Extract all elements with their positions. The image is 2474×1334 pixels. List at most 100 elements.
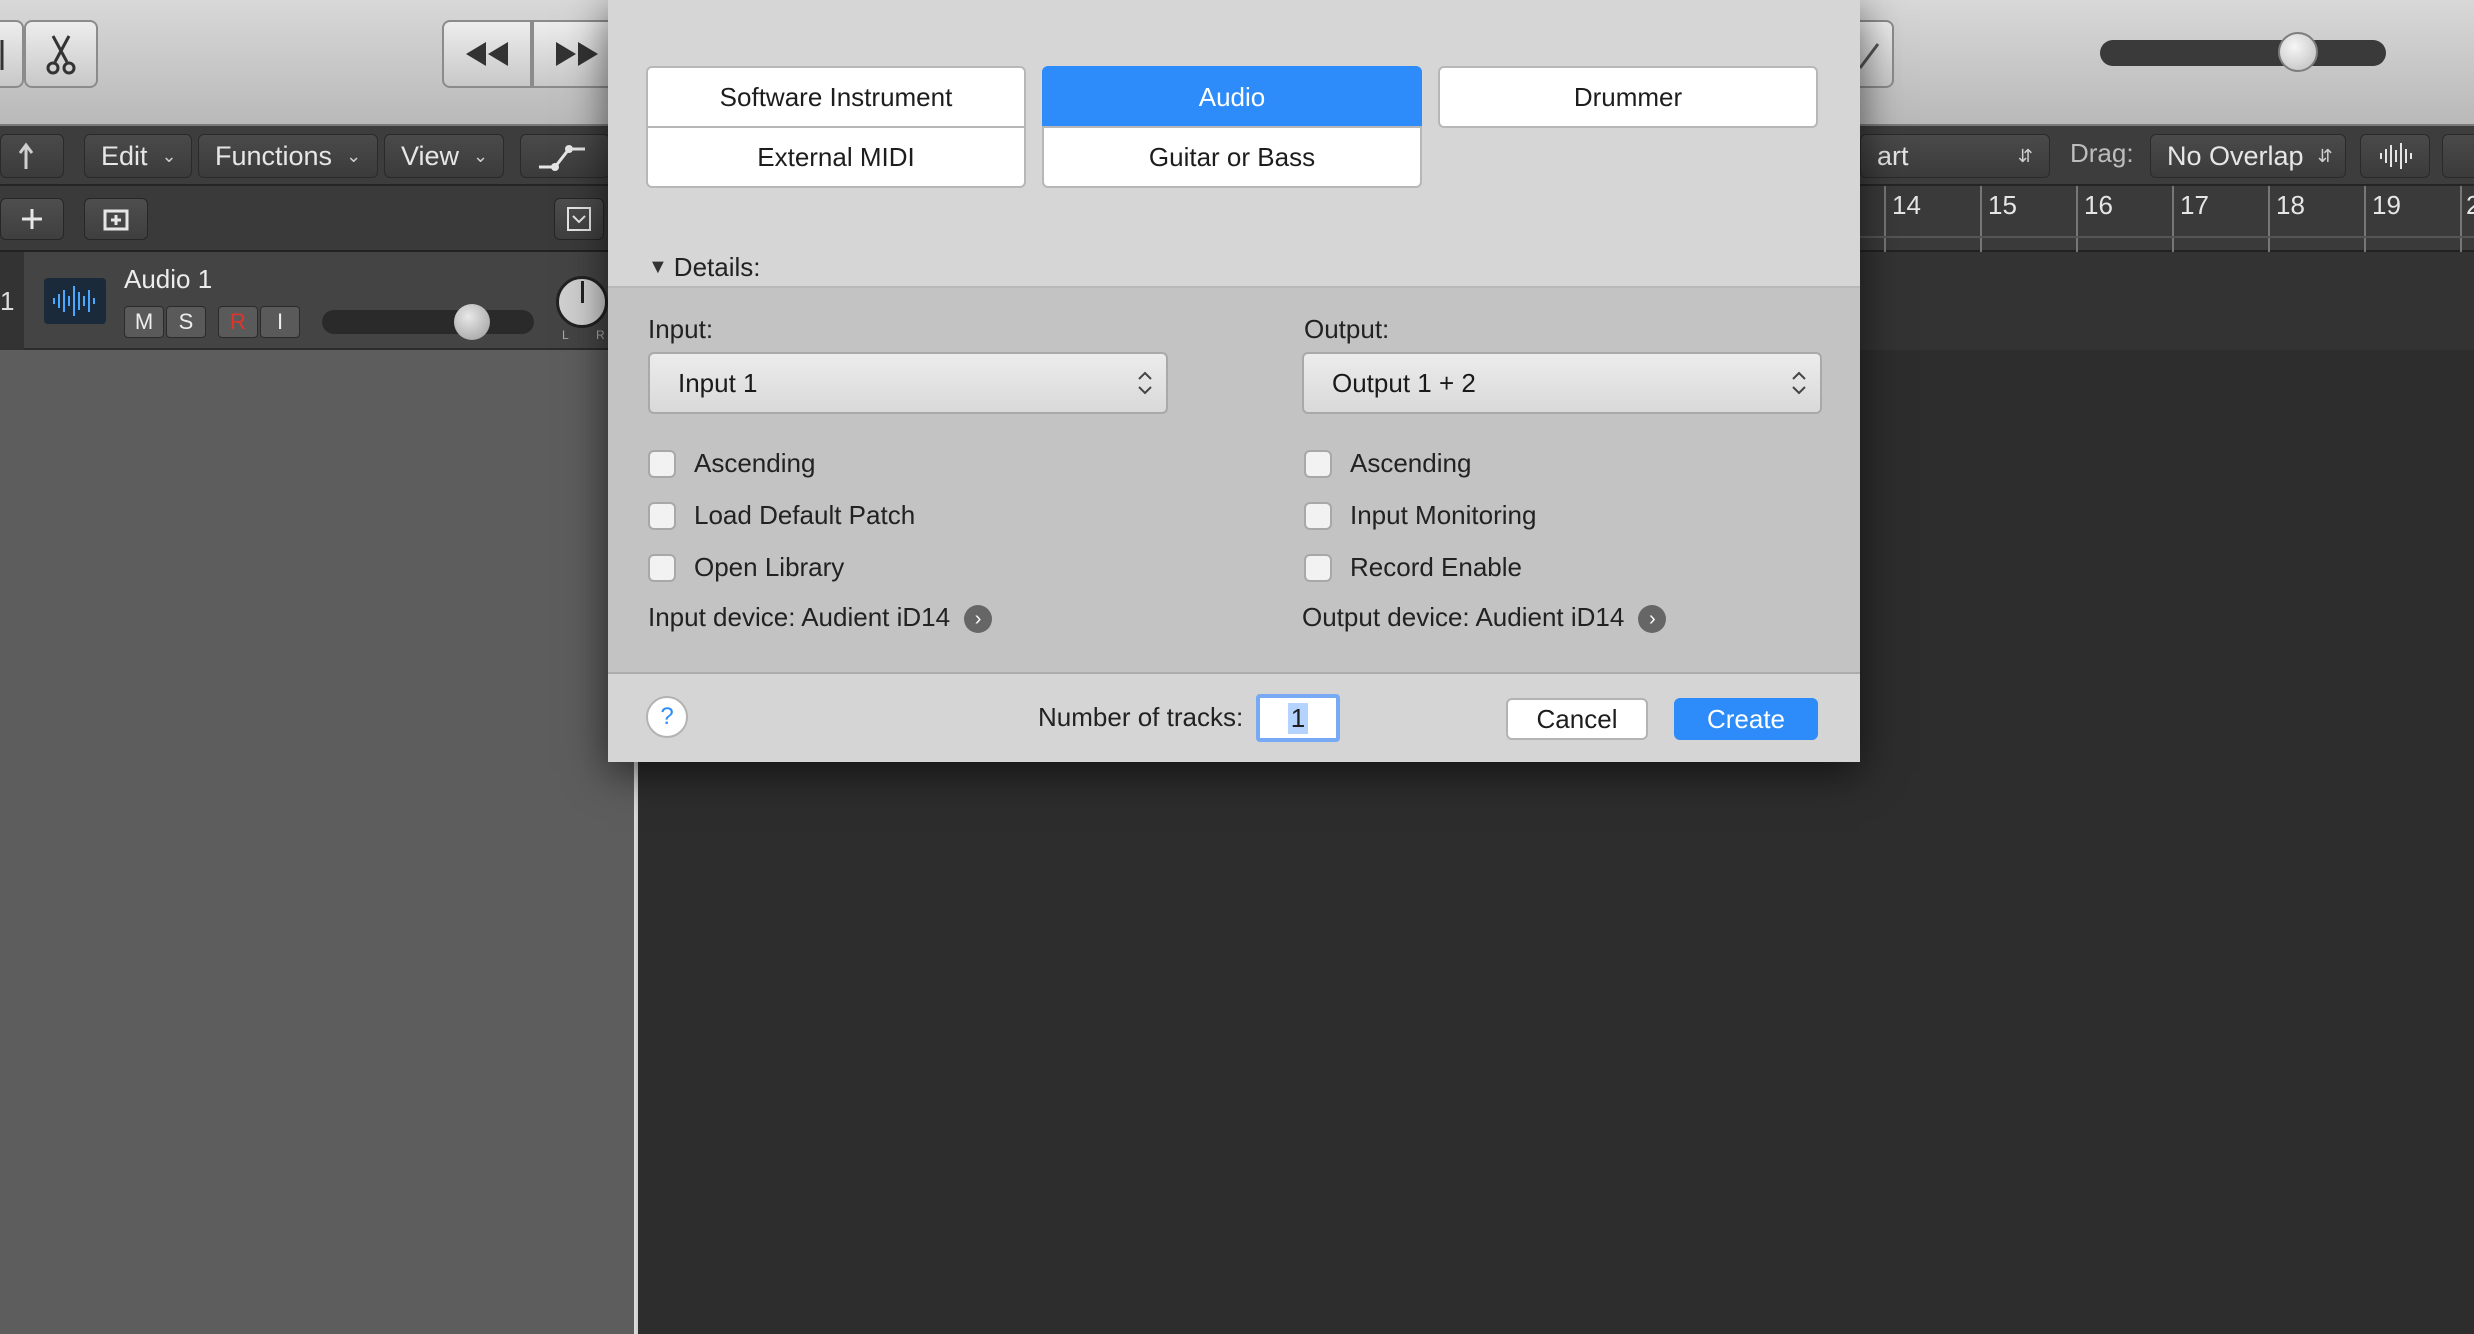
solo-button[interactable]: S [166, 306, 206, 338]
input-monitoring-option[interactable]: Input Monitoring [1304, 500, 1536, 531]
ruler-line [2172, 186, 2174, 252]
automation-icon [539, 145, 585, 171]
input-monitoring-button[interactable]: I [260, 306, 300, 338]
input-ascending-option[interactable]: Ascending [648, 448, 815, 479]
ruler-line [2076, 186, 2078, 252]
create-button[interactable]: Create [1674, 698, 1818, 740]
record-enable-option[interactable]: Record Enable [1304, 552, 1522, 583]
track-name[interactable]: Audio 1 [124, 264, 212, 295]
output-popup[interactable]: Output 1 + 2 [1302, 352, 1822, 414]
record-enable-button[interactable]: R [218, 306, 258, 338]
duplicate-track-button[interactable] [84, 198, 148, 240]
list-toggle-button[interactable] [2442, 134, 2474, 178]
up-down-chevron-icon [1792, 371, 1806, 395]
ruler-bar-16: 16 [2084, 190, 2113, 220]
drag-label: Drag: [2070, 138, 2134, 168]
rewind-icon [466, 42, 508, 66]
output-device-label: Output device: Audient iD14 [1302, 602, 1625, 632]
duplicate-track-icon [103, 209, 129, 231]
ruler-bar-18: 18 [2276, 190, 2305, 220]
up-down-chevron-icon: ⇵ [2317, 145, 2333, 166]
edit-menu[interactable]: Edit ⌄ [84, 134, 192, 178]
master-volume-knob[interactable] [2278, 32, 2318, 72]
track-header-audio[interactable]: 1 Audio 1 M S R I L R [0, 252, 636, 350]
pan-knob[interactable] [556, 276, 608, 328]
load-default-patch-option[interactable]: Load Default Patch [648, 500, 915, 531]
load-default-patch-label: Load Default Patch [694, 500, 916, 530]
pan-left-label: L [562, 328, 569, 342]
arrow-right-circle-icon[interactable]: › [964, 605, 993, 634]
number-of-tracks-value: 1 [1287, 702, 1309, 734]
up-down-chevron-icon [1138, 371, 1152, 395]
track-header-strip [0, 186, 636, 252]
open-library-option[interactable]: Open Library [648, 552, 844, 583]
track-list [0, 252, 636, 1334]
add-track-button[interactable] [0, 198, 64, 240]
input-device-label: Input device: Audient iD14 [648, 602, 951, 632]
global-tracks-button[interactable] [554, 198, 604, 240]
guitar-or-bass-button[interactable]: Guitar or Bass [1042, 126, 1422, 188]
view-menu-label: View [401, 140, 460, 171]
bar-ruler[interactable]: 14 15 16 17 18 19 2 [1860, 186, 2474, 252]
cancel-button[interactable]: Cancel [1506, 698, 1648, 740]
record-enable-checkbox[interactable] [1304, 553, 1332, 582]
ruler-bar-19: 19 [2372, 190, 2401, 220]
external-midi-button[interactable]: External MIDI [646, 126, 1026, 188]
ruler-line [2460, 186, 2462, 252]
fast-forward-icon [556, 42, 598, 66]
automation-button[interactable] [520, 134, 610, 178]
snap-mode-popup[interactable]: art ⇵ [1860, 134, 2050, 178]
waveform-icon [2380, 143, 2412, 169]
track-number-column: 1 [0, 252, 24, 350]
snap-mode-label: art [1877, 140, 1909, 171]
open-library-checkbox[interactable] [648, 553, 676, 582]
track-volume-knob[interactable] [454, 304, 490, 340]
dialog-footer: ? Number of tracks: 1 Cancel Create [608, 674, 1860, 762]
back-button[interactable] [0, 134, 64, 178]
input-monitoring-label: Input Monitoring [1350, 500, 1537, 530]
master-volume-slider[interactable] [2100, 40, 2386, 66]
output-ascending-option[interactable]: Ascending [1304, 448, 1471, 479]
new-track-dialog: Software Instrument External MIDI Audio … [608, 0, 1860, 762]
ruler-baseline [1860, 236, 2474, 238]
ruler-bar-17: 17 [2180, 190, 2209, 220]
mute-button[interactable]: M [124, 306, 164, 338]
arrow-right-circle-icon[interactable]: › [1638, 605, 1667, 634]
view-menu[interactable]: View ⌄ [384, 134, 504, 178]
input-popup[interactable]: Input 1 [648, 352, 1168, 414]
ruler-line [2268, 186, 2270, 252]
rewind-button[interactable] [442, 20, 532, 88]
input-label: Input: [648, 314, 714, 344]
up-arrow-icon [18, 142, 34, 169]
ruler-line [1980, 186, 1982, 252]
scissors-icon [46, 35, 76, 75]
up-down-chevron-icon: ⇵ [2017, 145, 2033, 166]
output-popup-value: Output 1 + 2 [1332, 367, 1476, 398]
help-button[interactable]: ? [646, 696, 688, 738]
track-volume-slider[interactable] [322, 310, 534, 334]
drummer-button[interactable]: Drummer [1438, 66, 1818, 128]
drag-mode-popup[interactable]: No Overlap ⇵ [2150, 134, 2346, 178]
input-monitoring-checkbox[interactable] [1304, 501, 1332, 530]
chevron-down-icon: ⌄ [473, 145, 489, 166]
number-of-tracks-field[interactable]: 1 [1256, 694, 1340, 742]
output-label: Output: [1304, 314, 1390, 344]
output-ascending-checkbox[interactable] [1304, 449, 1332, 478]
drag-mode-value: No Overlap [2167, 140, 2304, 171]
details-disclosure[interactable]: ▼ Details: [648, 252, 761, 283]
functions-menu-label: Functions [215, 140, 333, 171]
functions-menu[interactable]: Functions ⌄ [198, 134, 378, 178]
audio-button[interactable]: Audio [1042, 66, 1422, 128]
software-instrument-button[interactable]: Software Instrument [646, 66, 1026, 128]
input-popup-value: Input 1 [678, 367, 758, 398]
waveform-zoom-button[interactable] [2360, 134, 2430, 178]
track-type-section: Software Instrument External MIDI Audio … [608, 0, 1860, 288]
chevron-down-icon: ⌄ [346, 145, 362, 166]
input-ascending-checkbox[interactable] [648, 449, 676, 478]
pencil-tool-icon[interactable] [0, 20, 24, 88]
scissors-tool-button[interactable] [24, 20, 98, 88]
track-lane[interactable] [1860, 252, 2474, 350]
load-default-patch-checkbox[interactable] [648, 501, 676, 530]
chevron-down-icon: ⌄ [161, 145, 177, 166]
ruler-bar-15: 15 [1988, 190, 2017, 220]
